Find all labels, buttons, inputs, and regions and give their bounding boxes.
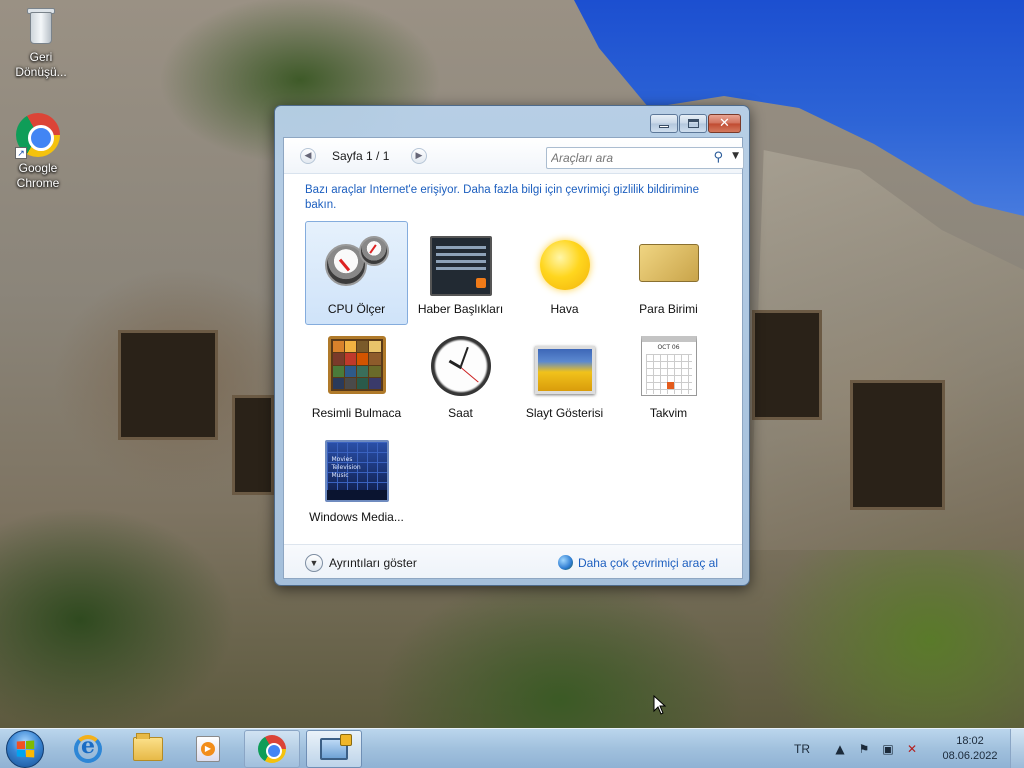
gadget-label: Windows Media... [309, 510, 404, 524]
globe-icon [557, 555, 573, 570]
page-indicator: Sayfa 1 / 1 [332, 149, 390, 163]
internet-explorer-icon [74, 733, 102, 763]
slideshow-icon [534, 346, 595, 394]
gadget-label: Saat [448, 406, 473, 420]
chevron-right-icon: ▶ [415, 151, 423, 161]
rock-tomb [232, 395, 274, 495]
windows-media-center-icon: Movies Television Music [324, 440, 389, 502]
gadgets-icon [320, 734, 352, 760]
show-details-button[interactable]: ▼ Ayrıntıları göster [305, 554, 417, 572]
calendar-icon: OCT 06 [640, 336, 697, 396]
picture-puzzle-icon [327, 336, 386, 394]
chevron-down-icon[interactable]: ▼ [732, 151, 739, 161]
gallery-toolbar: ◀ Sayfa 1 / 1 ▶ ⚲ ▼ [284, 138, 744, 174]
taskbar-media-player[interactable]: ▶ [180, 730, 236, 768]
gadget-calendar[interactable]: OCT 06 Takvim [617, 325, 720, 429]
maximize-icon [687, 119, 699, 128]
folder-icon [133, 733, 163, 761]
network-icon[interactable]: ▣ [880, 741, 896, 757]
next-page-button[interactable]: ▶ [411, 148, 427, 164]
gadget-clock[interactable]: Saat [409, 325, 512, 429]
rock-tomb [850, 380, 945, 510]
search-box: ⚲ ▼ [546, 147, 744, 169]
start-button[interactable] [6, 730, 44, 768]
gallery-content: ◀ Sayfa 1 / 1 ▶ ⚲ ▼ Bazı araçlar Interne… [283, 137, 744, 579]
privacy-info-link[interactable]: Bazı araçlar Internet'e erişiyor. Daha f… [305, 183, 725, 213]
clock-date: 08.06.2022 [942, 750, 998, 762]
gadget-slideshow[interactable]: Slayt Gösterisi [513, 325, 616, 429]
chevron-down-icon: ▼ [305, 554, 323, 572]
media-player-icon: ▶ [196, 736, 220, 762]
gadget-label: CPU Ölçer [327, 302, 386, 316]
search-input[interactable] [547, 148, 707, 168]
gadget-label: Haber Başlıkları [417, 302, 504, 316]
taskbar: ▶ TR ▲ ⚑ ▣ ✕ 18:02 08.06.2022 [0, 728, 1024, 768]
weather-sun-icon [539, 240, 590, 290]
maximize-button[interactable] [679, 114, 707, 133]
taskbar-gadgets[interactable] [306, 730, 362, 768]
gadget-label: Takvim [649, 406, 688, 420]
cpu-meter-icon [324, 236, 389, 288]
gadget-currency[interactable]: Para Birimi [617, 221, 720, 325]
taskbar-internet-explorer[interactable] [60, 730, 116, 768]
gadget-gallery-window: ✕ ◀ Sayfa 1 / 1 ▶ ⚲ ▼ Bazı araçlar Inter… [274, 105, 750, 586]
minimize-icon [659, 124, 669, 128]
clock-icon [430, 336, 491, 396]
gadget-label: Resimli Bulmaca [311, 406, 402, 420]
window-controls: ✕ [650, 114, 741, 133]
recycle-bin-icon [24, 6, 58, 46]
taskbar-google-chrome[interactable] [244, 730, 300, 768]
taskbar-file-explorer[interactable] [120, 730, 176, 768]
get-more-gadgets-link[interactable]: Daha çok çevrimiçi araç al [557, 555, 718, 570]
previous-page-button[interactable]: ◀ [300, 148, 316, 164]
get-more-gadgets-label: Daha çok çevrimiçi araç al [577, 555, 718, 570]
language-indicator[interactable]: TR [794, 742, 810, 756]
gadget-label: Hava [550, 302, 579, 316]
show-hidden-icons-button[interactable]: ▲ [832, 741, 848, 757]
gadget-windows-media-center[interactable]: Movies Television Music Windows Media... [305, 429, 408, 533]
desktop-icon-google-chrome[interactable]: ↗ Google Chrome [1, 113, 75, 191]
gadget-picture-puzzle[interactable]: Resimli Bulmaca [305, 325, 408, 429]
show-details-label: Ayrıntıları göster [329, 556, 417, 570]
chevron-left-icon: ◀ [304, 151, 312, 161]
gadget-label: Para Birimi [639, 302, 698, 316]
windows-logo-icon [16, 740, 35, 758]
mouse-cursor-icon [653, 695, 667, 715]
gadget-weather[interactable]: Hava [513, 221, 616, 325]
desktop-icon-recycle-bin[interactable]: Geri Dönüşü... [4, 6, 78, 80]
close-icon: ✕ [719, 116, 730, 131]
gadget-label: Slayt Gösterisi [525, 406, 604, 420]
gallery-footer: ▼ Ayrıntıları göster Daha çok çevrimiçi … [284, 544, 742, 578]
system-tray: TR ▲ ⚑ ▣ ✕ 18:02 08.06.2022 [794, 729, 1024, 768]
gadget-feed-headlines[interactable]: Haber Başlıkları [409, 221, 512, 325]
chrome-icon [258, 735, 286, 763]
clock-time: 18:02 [956, 735, 984, 747]
currency-icon [638, 244, 699, 282]
gadget-cpu-meter[interactable]: CPU Ölçer [305, 221, 408, 325]
rock-tomb [752, 310, 822, 420]
feed-headlines-icon [429, 236, 492, 296]
rock-tomb [118, 330, 218, 440]
action-center-flag-icon[interactable]: ⚑ [856, 741, 872, 757]
minimize-button[interactable] [650, 114, 678, 133]
search-icon[interactable]: ⚲ [713, 150, 723, 165]
volume-muted-icon[interactable]: ✕ [904, 741, 920, 757]
close-button[interactable]: ✕ [708, 114, 741, 133]
shortcut-arrow-icon: ↗ [15, 147, 27, 159]
show-desktop-button[interactable] [1010, 729, 1024, 768]
taskbar-clock[interactable]: 18:02 08.06.2022 [930, 734, 1010, 764]
desktop-icon-label: Geri Dönüşü... [15, 50, 67, 79]
desktop-icon-label: Google Chrome [16, 161, 60, 190]
